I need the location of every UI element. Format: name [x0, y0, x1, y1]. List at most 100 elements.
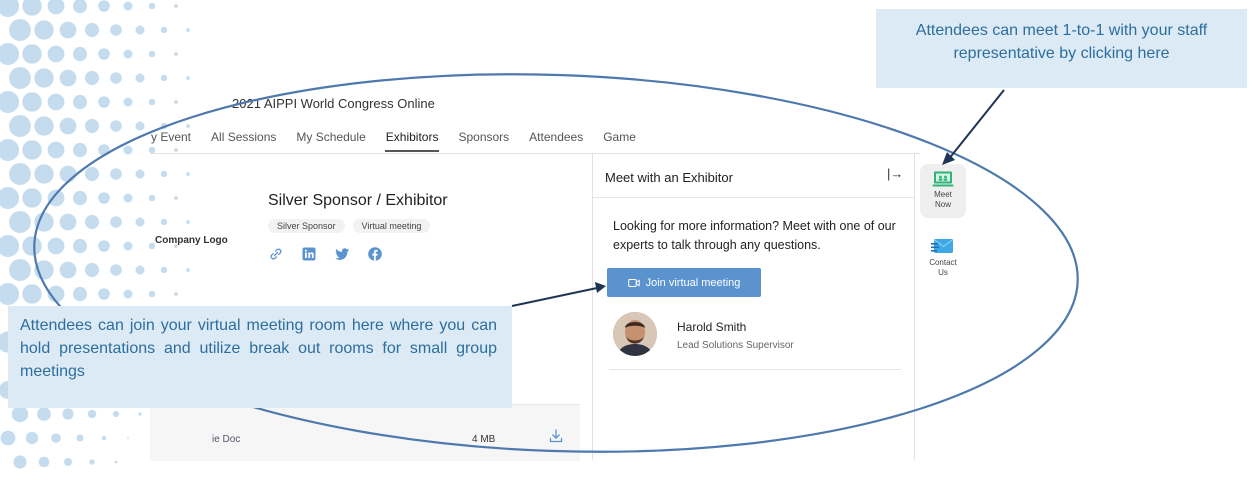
nav-my-event[interactable]: y Event	[150, 128, 192, 152]
decor-dot	[34, 20, 54, 40]
decor-dot	[72, 238, 88, 254]
nav-exhibitors[interactable]: Exhibitors	[384, 128, 440, 152]
decor-dot	[84, 22, 100, 38]
decor-dot	[64, 458, 72, 466]
event-title: 2021 AIPPI World Congress Online	[232, 96, 435, 111]
decor-dot	[34, 260, 54, 280]
decor-dot	[123, 241, 133, 251]
meet-now-button[interactable]: Meet Now	[920, 164, 966, 218]
decor-dot	[135, 169, 145, 179]
decor-dot	[186, 268, 190, 272]
decor-dot	[148, 98, 156, 106]
tag-virtual-meeting: Virtual meeting	[352, 219, 431, 233]
nav-my-schedule[interactable]: My Schedule	[295, 128, 366, 152]
decor-dot	[110, 216, 122, 228]
representative-title: Lead Solutions Supervisor	[677, 340, 794, 351]
contact-card-icon	[931, 239, 954, 253]
decor-dot	[38, 456, 50, 468]
decor-dot	[34, 212, 54, 232]
decor-dot	[11, 405, 29, 423]
decor-dot	[72, 0, 88, 14]
decor-dot	[0, 0, 19, 17]
nav-game[interactable]: Game	[602, 128, 637, 152]
decor-dot	[148, 290, 156, 298]
decor-dot	[110, 24, 122, 36]
decor-dot	[22, 0, 42, 16]
panel-description: Looking for more information? Meet with …	[613, 219, 896, 252]
decor-dot	[9, 163, 31, 185]
decor-dot	[0, 187, 19, 209]
decor-dot	[148, 194, 156, 202]
join-virtual-meeting-button[interactable]: Join virtual meeting	[607, 268, 761, 297]
contact-us-label: Contact Us	[929, 258, 957, 277]
decor-dot	[135, 25, 145, 35]
decor-dot	[0, 235, 19, 257]
decor-dot	[110, 168, 122, 180]
decor-dot	[0, 43, 19, 65]
document-row[interactable]: ie Doc 4 MB	[150, 404, 580, 461]
nav-attendees[interactable]: Attendees	[528, 128, 584, 152]
link-icon[interactable]	[268, 246, 284, 262]
decor-dot	[98, 48, 110, 60]
decor-dot	[34, 68, 54, 88]
decor-dot	[135, 121, 145, 131]
decor-dot	[110, 264, 122, 276]
callout-meet-now: Attendees can meet 1-to-1 with your staf…	[876, 9, 1247, 88]
decor-dot	[22, 92, 42, 112]
callout-virtual-meeting: Attendees can join your virtual meeting …	[8, 306, 512, 408]
decor-dot	[47, 45, 65, 63]
decor-dot	[174, 52, 178, 56]
decor-dot	[59, 21, 77, 39]
decor-dot	[160, 266, 168, 274]
linkedin-icon[interactable]	[301, 246, 317, 262]
decor-dot	[135, 265, 145, 275]
decor-dot	[148, 2, 156, 10]
decor-dot	[98, 288, 110, 300]
decor-dot	[84, 118, 100, 134]
decor-dot	[0, 430, 16, 446]
nav-all-sessions[interactable]: All Sessions	[210, 128, 277, 152]
decor-dot	[89, 459, 95, 465]
decor-dot	[127, 437, 129, 439]
decor-dot	[47, 285, 65, 303]
decor-dot	[22, 44, 42, 64]
arrow-to-join-button	[511, 287, 598, 307]
decor-dot	[59, 261, 77, 279]
decor-dot	[135, 73, 145, 83]
decor-dot	[98, 96, 110, 108]
social-links	[268, 246, 383, 262]
nav-sponsors[interactable]: Sponsors	[457, 128, 510, 152]
decor-dot	[84, 214, 100, 230]
tag-silver-sponsor: Silver Sponsor	[268, 219, 345, 233]
contact-us-button[interactable]: Contact Us	[920, 232, 966, 284]
decor-dot	[47, 189, 65, 207]
decor-dot	[84, 262, 100, 278]
decor-dot	[62, 408, 74, 420]
decor-dot	[37, 407, 51, 421]
decor-dot	[101, 435, 107, 441]
decor-dot	[160, 74, 168, 82]
decor-dot	[186, 28, 190, 32]
decor-dot	[174, 4, 178, 8]
document-name[interactable]: ie Doc	[212, 434, 240, 445]
decor-dot	[72, 142, 88, 158]
exhibitor-tags: Silver Sponsor Virtual meeting	[268, 219, 431, 233]
decor-dot	[123, 289, 133, 299]
twitter-icon[interactable]	[334, 246, 350, 262]
decor-dot	[174, 292, 178, 296]
decor-dot	[34, 164, 54, 184]
facebook-icon[interactable]	[367, 246, 383, 262]
decor-dot	[160, 218, 168, 226]
rep-divider	[609, 369, 901, 370]
decor-dot	[174, 196, 178, 200]
decor-dot	[59, 69, 77, 87]
collapse-panel-icon[interactable]: |→	[887, 166, 903, 181]
decor-dot	[47, 93, 65, 111]
decor-dot	[123, 145, 133, 155]
decor-dot	[76, 434, 84, 442]
decor-dot	[34, 116, 54, 136]
decor-dot	[186, 76, 190, 80]
download-icon[interactable]	[548, 428, 564, 444]
representative-name: Harold Smith	[677, 320, 747, 334]
decor-dot	[0, 91, 19, 113]
